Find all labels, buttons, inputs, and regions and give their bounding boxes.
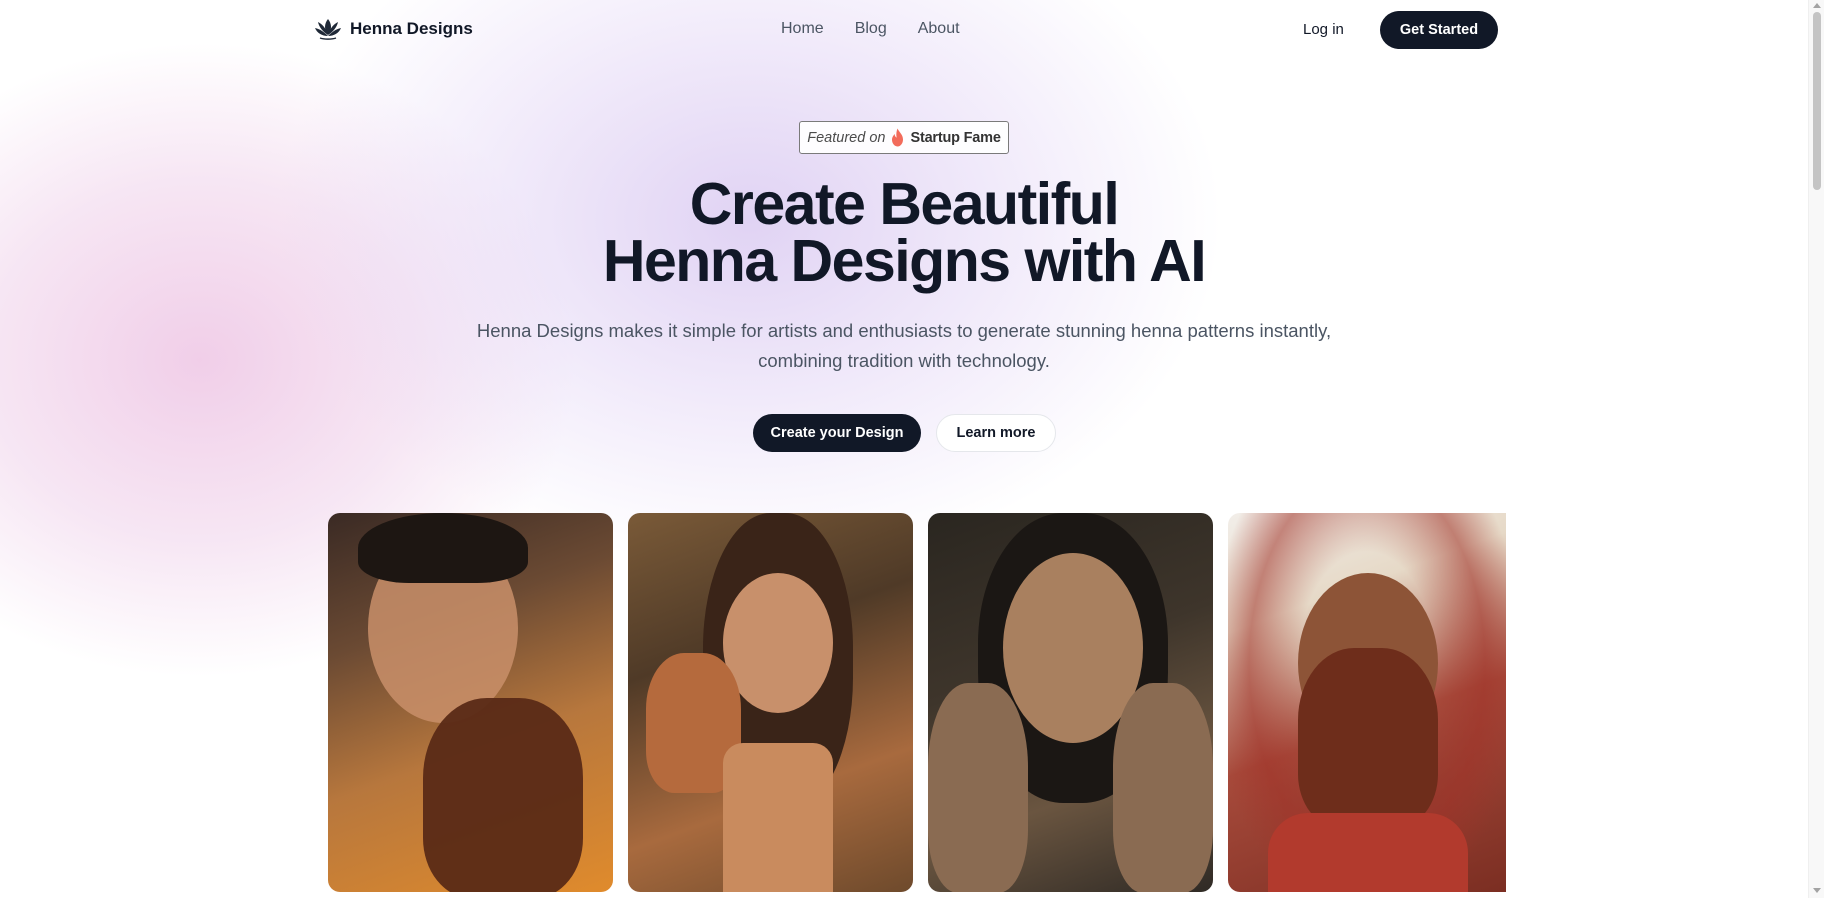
- brand-name: Henna Designs: [350, 19, 473, 38]
- lotus-icon: [314, 17, 342, 41]
- get-started-button[interactable]: Get Started: [1380, 11, 1498, 49]
- gallery-image-4: [1228, 513, 1506, 892]
- hero-title-line-2: Henna Designs with AI: [602, 228, 1207, 294]
- nav-link-blog[interactable]: Blog: [855, 20, 887, 38]
- login-link[interactable]: Log in: [1303, 21, 1344, 38]
- hero-subtitle-line-2: combining tradition with technology.: [758, 350, 1050, 371]
- flame-icon: [891, 128, 904, 147]
- brand-logo[interactable]: Henna Designs: [314, 17, 473, 41]
- featured-prefix: Featured on: [807, 129, 886, 146]
- learn-more-button[interactable]: Learn more: [936, 414, 1056, 452]
- hero-subtitle: Henna Designs makes it simple for artist…: [454, 316, 1354, 376]
- hero-title-line-1: Create Beautiful: [689, 171, 1120, 237]
- gallery-image-3: [928, 513, 1213, 892]
- page-scrollbar[interactable]: [1808, 0, 1824, 898]
- top-navigation: Henna Designs Home Blog About Log in Get…: [0, 0, 1808, 60]
- hero-title: Create Beautiful Henna Designs with AI: [0, 171, 1808, 294]
- page: Henna Designs Home Blog About Log in Get…: [0, 0, 1824, 898]
- nav-link-home[interactable]: Home: [781, 20, 824, 38]
- create-design-button[interactable]: Create your Design: [753, 414, 921, 452]
- featured-brand: Startup Fame: [910, 129, 1001, 146]
- scroll-up-icon[interactable]: [1813, 3, 1821, 8]
- gallery-image-1: [328, 513, 613, 892]
- hero-subtitle-line-1: Henna Designs makes it simple for artist…: [476, 320, 1332, 341]
- gallery-image-2: [628, 513, 913, 892]
- nav-links: Home Blog About: [781, 20, 960, 38]
- featured-on-badge[interactable]: Featured on Startup Fame: [799, 121, 1009, 154]
- nav-link-about[interactable]: About: [918, 20, 960, 38]
- scroll-thumb[interactable]: [1813, 12, 1821, 190]
- scroll-down-icon[interactable]: [1813, 888, 1821, 893]
